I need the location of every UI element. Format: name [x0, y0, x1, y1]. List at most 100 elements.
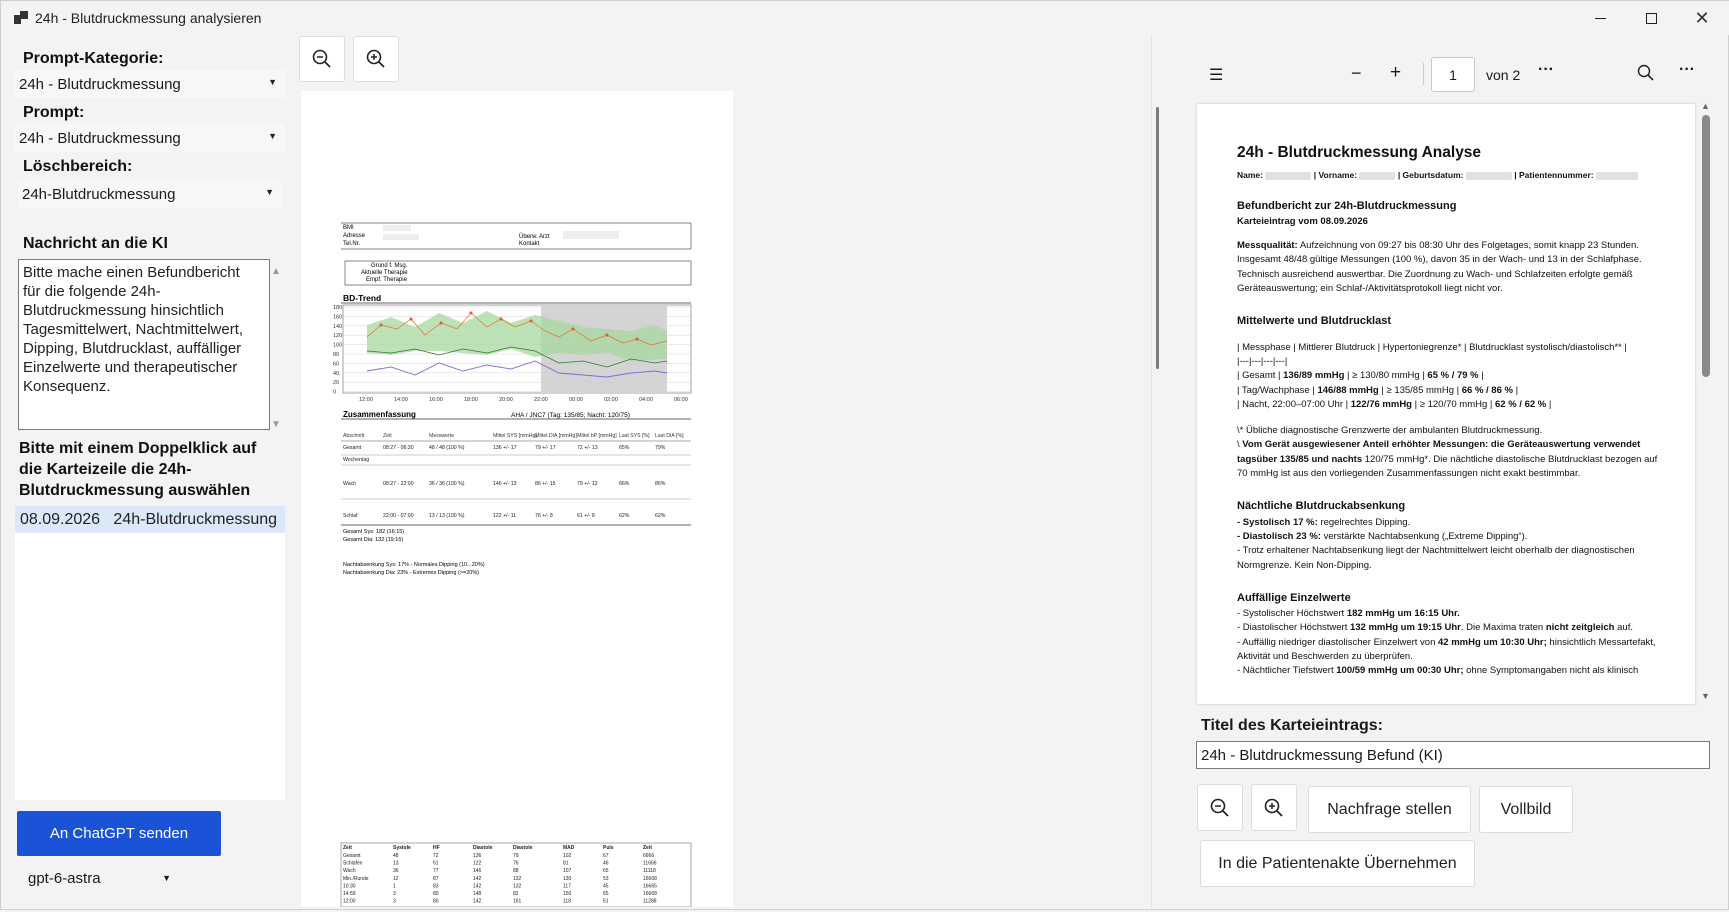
doc-text: Mittel SYS [mmHg]: [493, 433, 537, 439]
pdf-scrollbar[interactable]: ▲ ▼: [1699, 101, 1713, 705]
search-icon[interactable]: [1637, 64, 1654, 81]
prompt-select[interactable]: 24h - Blutdruckmessung ▼: [15, 124, 285, 152]
footnote: \ Vom Gerät ausgewiesener Anteil erhöhte…: [1237, 439, 1658, 480]
zoom-plus-icon[interactable]: +: [1390, 62, 1401, 84]
doc-text: 65: [603, 891, 609, 897]
doc-text: 65%: [619, 445, 630, 451]
doc-text: 77: [433, 868, 439, 874]
doc-text: 82: [513, 891, 519, 897]
doc-summary-standard: AHA / JNC7 (Tag: 135/85; Nacht: 120/75): [511, 412, 630, 419]
zoom-out-icon: [1210, 798, 1229, 817]
minimize-button[interactable]: [1577, 1, 1623, 35]
doc-text: Mittel DIA [mmHg]: [535, 433, 577, 439]
doc-text: 20:00: [499, 397, 513, 403]
entry-title-label: Titel des Karteieintrags:: [1201, 717, 1383, 734]
doc-text: 76 +/- 8: [535, 513, 553, 519]
message-scrollbar[interactable]: ▲ ▼: [271, 260, 285, 430]
pdf-page: 24h - Blutdruckmessung Analyse Name: | V…: [1197, 104, 1695, 704]
scroll-down-icon: ▼: [271, 419, 281, 430]
doc-scrollbar[interactable]: [1156, 107, 1159, 369]
send-chatgpt-button[interactable]: An ChatGPT senden: [17, 811, 221, 856]
pdf-zoom-out-button[interactable]: [1197, 784, 1243, 831]
doc-text: 60: [333, 361, 339, 367]
category-value: 24h - Blutdruckmessung: [19, 76, 181, 93]
doc-text: 08:27 - 06:30: [383, 445, 414, 451]
model-value: gpt-6-astra: [28, 870, 101, 887]
window-title: 24h - Blutdruckmessung analysieren: [35, 10, 262, 26]
maximize-button[interactable]: [1628, 1, 1674, 35]
doc-text: 14:00: [394, 397, 408, 403]
section-absenkung: Nächtliche Blutdruckabsenkung: [1237, 500, 1406, 513]
list-item-title: 24h-Blutdruckmessung: [113, 511, 278, 528]
doc-adresse: Adresse: [343, 233, 366, 239]
category-select[interactable]: 24h - Blutdruckmessung ▼: [15, 70, 285, 98]
doc-trend-title: BD-Trend: [343, 293, 381, 303]
doc-text: 136 +/- 17: [493, 445, 517, 451]
section-befund: Befundbericht zur 24h-Blutdruckmessung: [1237, 199, 1457, 212]
chevron-down-icon: ▼: [268, 131, 277, 141]
adopt-to-record-button[interactable]: In die Patientenakte Übernehmen: [1200, 840, 1475, 887]
doc-text: 61 +/- 8: [577, 513, 595, 519]
doc-text: 80: [333, 352, 339, 358]
message-textarea[interactable]: Bitte mache einen Befundbericht für die …: [18, 259, 281, 430]
doc-text: 122: [473, 861, 482, 867]
entry-date: Karteieintrag vom 08.09.2026: [1237, 215, 1368, 227]
doc-text: 86%: [655, 481, 666, 487]
scrollbar-thumb[interactable]: [1702, 115, 1710, 377]
delete-range-select[interactable]: 24h-Blutdruckmessung ▼: [18, 180, 282, 208]
page-number-input[interactable]: 1: [1431, 57, 1475, 92]
doc-zoom-in-button[interactable]: [353, 36, 399, 82]
doc-text: Diastole: [473, 845, 493, 851]
message-label: Nachricht an die KI: [23, 235, 168, 252]
doc-text: Min./Runde: [343, 876, 369, 882]
doc-text: 80: [433, 891, 439, 897]
doc-text: 79: [513, 853, 519, 859]
doc-text: Abschnitt: [343, 433, 365, 439]
doc-text: 13: [393, 861, 399, 867]
doc-text: 117: [563, 883, 571, 889]
doc-text: 142: [473, 883, 482, 889]
model-select[interactable]: gpt-6-astra ▼: [17, 865, 177, 893]
doc-gesamt-sys: Gesamt Sys: 182 (16:15): [343, 529, 404, 535]
ask-followup-button[interactable]: Nachfrage stellen: [1308, 786, 1471, 833]
delete-range-label: Löschbereich:: [23, 158, 133, 175]
doc-text: 12:00: [359, 397, 373, 403]
message-text: Bitte mache einen Befundbericht für die …: [23, 264, 244, 395]
doc-text: 13 / 13 (100 %): [429, 513, 465, 519]
list-item[interactable]: 08.09.2026 24h-Blutdruckmessung: [15, 506, 285, 533]
entry-title-input[interactable]: 24h - Blutdruckmessung Befund (KI): [1196, 741, 1710, 769]
doc-text: 48: [393, 853, 399, 859]
more-icon[interactable]: ···: [1679, 61, 1695, 79]
doc-text: 22:00 - 07:00: [383, 513, 414, 519]
doc-tel: Tel.Nr.: [343, 241, 360, 247]
doc-text: 1: [393, 883, 396, 889]
entry-list[interactable]: 08.09.2026 24h-Blutdruckmessung: [15, 506, 285, 800]
chevron-down-icon: ▼: [162, 873, 171, 883]
doc-text: 180: [333, 305, 342, 311]
doc-zoom-out-button[interactable]: [299, 36, 345, 82]
chevron-down-icon: ▼: [265, 187, 274, 197]
fullscreen-button[interactable]: Vollbild: [1479, 786, 1573, 833]
list-item: - Trotz erhaltener Nachtabsenkung liegt …: [1237, 545, 1635, 571]
table-separator: |---|---|---|---|: [1237, 355, 1288, 367]
scroll-up-icon: ▲: [271, 266, 281, 277]
list-item: - Nächtlicher Tiefstwert 100/59 mmHg um …: [1237, 665, 1639, 677]
pdf-heading: 24h - Blutdruckmessung Analyse: [1237, 144, 1482, 161]
more-icon[interactable]: ···: [1538, 61, 1554, 79]
pdf-zoom-in-button[interactable]: [1251, 784, 1297, 831]
panel-divider[interactable]: [1151, 35, 1152, 911]
doc-bmi: BMI: [343, 225, 354, 231]
doc-text: 132: [513, 883, 522, 889]
doc-nacht-sys: Nachtabsenkung Sys: 17% - Normales Dippi…: [343, 562, 485, 568]
doc-text: Schlaf: [343, 513, 358, 519]
source-document-render: BMI Adresse Tel.Nr. Überw. Arzt Kontakt …: [333, 222, 692, 908]
doc-text: 11118: [643, 868, 656, 874]
toc-icon[interactable]: ☰: [1209, 65, 1223, 85]
doc-arzt: Überw. Arzt: [519, 233, 550, 240]
zoom-minus-icon[interactable]: −: [1351, 63, 1362, 84]
app-icon: [14, 11, 28, 24]
doc-text: 16:00: [429, 397, 443, 403]
close-button[interactable]: ✕: [1679, 1, 1725, 35]
doc-text: Zeit: [643, 845, 652, 851]
doc-grund: Grund f. Msg.: [371, 263, 408, 269]
